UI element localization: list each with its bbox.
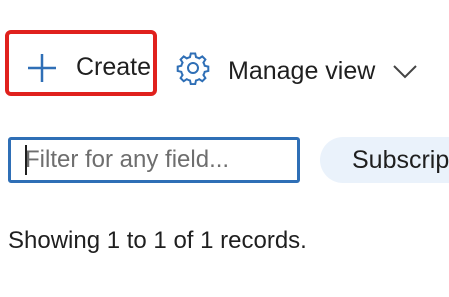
text-cursor xyxy=(25,145,27,175)
gear-icon xyxy=(176,52,210,85)
command-bar: Create Manage view xyxy=(0,28,449,100)
subscription-filter-pill[interactable]: Subscrip xyxy=(320,137,449,183)
chevron-down-icon[interactable] xyxy=(392,62,418,80)
filter-input[interactable] xyxy=(8,137,300,183)
subscription-filter-label: Subscrip xyxy=(352,146,449,174)
records-summary: Showing 1 to 1 of 1 records. xyxy=(8,227,307,254)
create-button-label: Create xyxy=(76,53,152,81)
page: Create Manage view Subscrip Showing 1 to… xyxy=(0,0,449,297)
create-button[interactable]: Create xyxy=(5,30,157,96)
manage-view-label: Manage view xyxy=(228,57,376,85)
plus-icon xyxy=(28,54,56,82)
